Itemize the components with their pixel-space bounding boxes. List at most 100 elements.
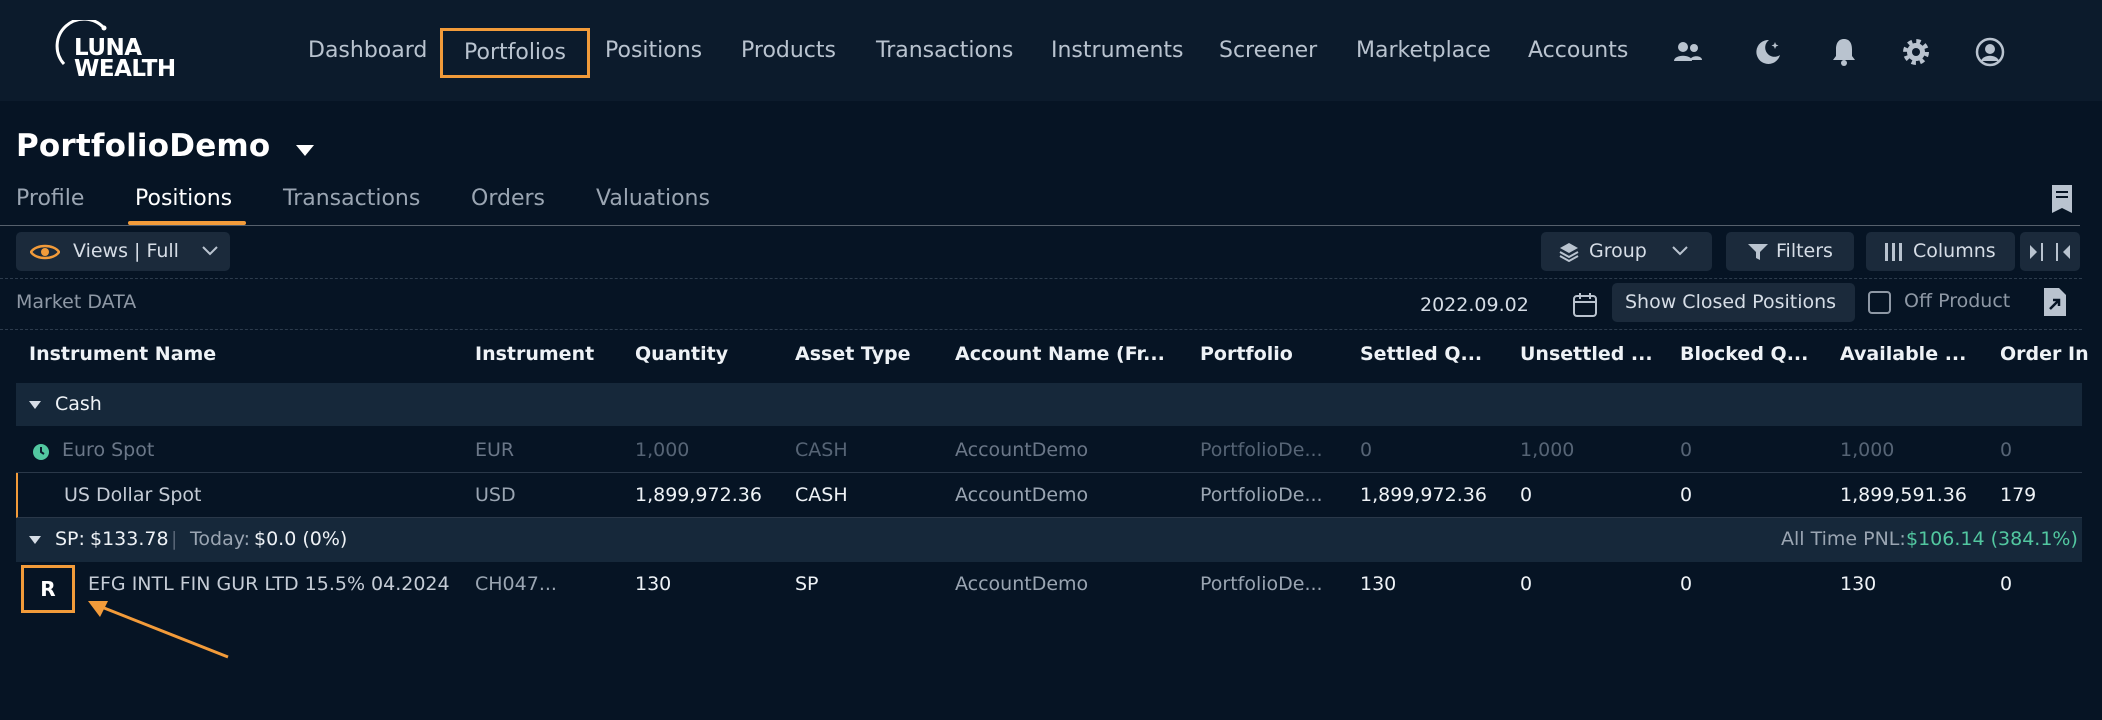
nav-instruments[interactable]: Instruments: [1051, 38, 1184, 63]
table-row[interactable]: US Dollar Spot USD 1,899,972.36 CASH Acc…: [16, 473, 2082, 518]
gear-icon[interactable]: [1900, 36, 1932, 68]
filters-button[interactable]: Filters: [1726, 232, 1854, 271]
page-title: PortfolioDemo: [16, 128, 271, 164]
cell-settled: 130: [1360, 573, 1397, 595]
active-tab-indicator: [128, 221, 246, 225]
col-order-in[interactable]: Order In: [2000, 343, 2089, 365]
col-quantity[interactable]: Quantity: [635, 343, 728, 365]
tab-valuations[interactable]: Valuations: [596, 186, 710, 211]
caret-down-icon[interactable]: [29, 536, 41, 544]
cell-quantity: 1,899,972.36: [635, 484, 762, 506]
clock-icon: [33, 444, 49, 460]
nav-accounts[interactable]: Accounts: [1528, 38, 1628, 63]
export-icon[interactable]: [2042, 286, 2068, 318]
col-asset-type[interactable]: Asset Type: [795, 343, 910, 365]
columns-label: Columns: [1913, 240, 1996, 262]
cell-available: 1,899,591.36: [1840, 484, 1967, 506]
off-product-checkbox[interactable]: [1868, 291, 1891, 314]
cell-instrument: CH047...: [475, 573, 557, 595]
bell-icon[interactable]: [1828, 36, 1860, 68]
col-settled-qty[interactable]: Settled Q...: [1360, 343, 1482, 365]
split-arrows-icon: [2030, 243, 2070, 261]
cell-portfolio: PortfolioDe...: [1200, 484, 1323, 506]
nav-positions[interactable]: Positions: [605, 38, 702, 63]
pnl-value: $106.14 (384.1%): [1906, 528, 2078, 550]
group-label: Cash: [55, 393, 102, 415]
eye-icon: [30, 244, 60, 260]
show-closed-positions-button[interactable]: Show Closed Positions: [1612, 283, 1855, 322]
cell-quantity: 130: [635, 573, 672, 595]
col-unsettled-qty[interactable]: Unsettled ...: [1520, 343, 1653, 365]
group-dropdown[interactable]: Group: [1541, 232, 1712, 271]
valuation-date[interactable]: 2022.09.02: [1420, 294, 1529, 316]
separator: |: [171, 528, 178, 550]
nav-products[interactable]: Products: [741, 38, 836, 63]
filter-icon: [1748, 244, 1768, 260]
nav-marketplace[interactable]: Marketplace: [1356, 38, 1491, 63]
nav-portfolios[interactable]: Portfolios: [440, 28, 590, 78]
nav-transactions[interactable]: Transactions: [876, 38, 1013, 63]
main-nav: Dashboard Portfolios Positions Products …: [0, 0, 2102, 101]
views-label: Views | Full: [73, 240, 179, 262]
cell-unsettled: 1,000: [1520, 439, 1575, 461]
collapse-panels-button[interactable]: [2020, 232, 2080, 271]
cell-settled: 1,899,972.36: [1360, 484, 1487, 506]
portfolio-dropdown-caret-icon[interactable]: [296, 145, 314, 156]
off-product-label: Off Product: [1904, 290, 2011, 312]
show-closed-label: Show Closed Positions: [1625, 291, 1837, 313]
filters-label: Filters: [1776, 240, 1833, 262]
cell-quantity: 1,000: [635, 439, 690, 461]
users-icon[interactable]: [1672, 36, 1704, 68]
group-row-cash[interactable]: Cash: [16, 383, 2082, 426]
tab-transactions[interactable]: Transactions: [283, 186, 420, 211]
calendar-icon[interactable]: [1572, 292, 1598, 318]
user-circle-icon[interactable]: [1974, 36, 2006, 68]
cell-order: 179: [2000, 484, 2037, 506]
today-label: Today:: [190, 528, 250, 550]
top-navbar: LUNA WEALTH Dashboard Portfolios Positio…: [0, 0, 2102, 101]
cell-order: 0: [2000, 573, 2013, 595]
cell-account: AccountDemo: [955, 439, 1089, 461]
cell-asset-type: CASH: [795, 484, 848, 506]
col-instrument-name[interactable]: Instrument Name: [29, 343, 216, 365]
moon-icon[interactable]: [1752, 36, 1784, 68]
col-available-qty[interactable]: Available ...: [1840, 343, 1966, 365]
col-account-name[interactable]: Account Name (Fr...: [955, 343, 1165, 365]
columns-button[interactable]: Columns: [1866, 232, 2015, 271]
cell-portfolio: PortfolioDe...: [1200, 439, 1323, 461]
product-type-badge[interactable]: R: [21, 565, 75, 613]
cell-instrument: USD: [475, 484, 516, 506]
tab-profile[interactable]: Profile: [16, 186, 84, 211]
caret-down-icon[interactable]: [29, 401, 41, 409]
report-icon[interactable]: [2050, 184, 2074, 214]
cell-available: 1,000: [1840, 439, 1895, 461]
today-value: $0.0 (0%): [254, 528, 348, 550]
group-label: SP:: [55, 528, 85, 550]
table-row[interactable]: EFG INTL FIN GUR LTD 15.5% 04.2024 CH047…: [16, 562, 2082, 607]
views-dropdown[interactable]: Views | Full: [16, 232, 230, 271]
group-row-sp[interactable]: SP: $133.78 | Today: $0.0 (0%) All Time …: [16, 518, 2082, 562]
nav-dashboard[interactable]: Dashboard: [308, 38, 427, 63]
cell-blocked: 0: [1680, 484, 1693, 506]
divider: [0, 278, 2082, 279]
table-row[interactable]: Euro Spot EUR 1,000 CASH AccountDemo Por…: [16, 428, 2082, 473]
group-label: Group: [1589, 240, 1647, 262]
cell-blocked: 0: [1680, 573, 1693, 595]
chevron-down-icon: [1672, 246, 1688, 256]
cell-settled: 0: [1360, 439, 1373, 461]
col-portfolio[interactable]: Portfolio: [1200, 343, 1293, 365]
cell-available: 130: [1840, 573, 1877, 595]
col-instrument[interactable]: Instrument: [475, 343, 594, 365]
group-value: $133.78: [90, 528, 169, 550]
cell-account: AccountDemo: [955, 484, 1089, 506]
cell-instrument-name: US Dollar Spot: [64, 484, 202, 506]
divider: [0, 329, 2082, 330]
tab-positions[interactable]: Positions: [135, 186, 232, 211]
cell-asset-type: CASH: [795, 439, 848, 461]
tab-orders[interactable]: Orders: [471, 186, 545, 211]
cell-unsettled: 0: [1520, 484, 1533, 506]
portfolio-tabs: Profile Positions Transactions Orders Va…: [0, 184, 2080, 226]
nav-screener[interactable]: Screener: [1219, 38, 1317, 63]
pnl-label: All Time PNL:: [1781, 528, 1906, 550]
col-blocked-qty[interactable]: Blocked Q...: [1680, 343, 1808, 365]
